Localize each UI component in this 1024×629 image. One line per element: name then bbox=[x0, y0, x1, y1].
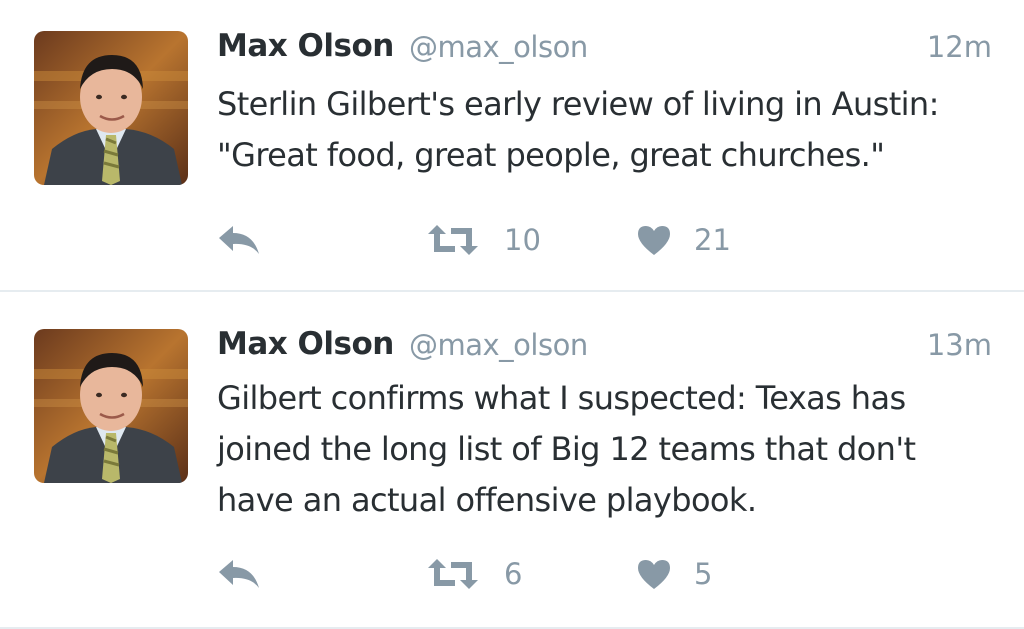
reply-icon bbox=[219, 560, 259, 588]
avatar[interactable] bbox=[34, 31, 188, 185]
tweet-text-line: Sterlin Gilbert's early review of living… bbox=[217, 85, 939, 123]
tweet-card[interactable]: Max Olson @max_olson 12m Sterlin Gilbert… bbox=[0, 0, 1024, 290]
author-handle[interactable]: @max_olson bbox=[409, 328, 588, 362]
avatar[interactable] bbox=[34, 329, 188, 483]
retweet-count: 6 bbox=[504, 557, 523, 591]
tweet-card[interactable]: Max Olson @max_olson 13m Gilbert confirm… bbox=[0, 292, 1024, 627]
tweet-text-line: "Great food, great people, great churche… bbox=[217, 136, 885, 174]
retweet-icon bbox=[428, 225, 478, 255]
tweet-feed: Max Olson @max_olson 12m Sterlin Gilbert… bbox=[0, 0, 1024, 629]
retweet-icon bbox=[428, 559, 478, 589]
tweet-text: Gilbert confirms what I suspected: Texas… bbox=[217, 373, 1007, 526]
author-name[interactable]: Max Olson bbox=[217, 28, 394, 64]
tweet-actions: 6 5 bbox=[217, 554, 777, 594]
reply-icon bbox=[219, 226, 259, 254]
author-handle[interactable]: @max_olson bbox=[409, 30, 588, 64]
like-count: 21 bbox=[694, 223, 731, 257]
heart-icon bbox=[638, 560, 670, 589]
author-name[interactable]: Max Olson bbox=[217, 326, 394, 362]
tweet-header: Max Olson @max_olson 12m bbox=[217, 28, 992, 68]
tweet-text-line: have an actual offensive playbook. bbox=[217, 481, 757, 519]
timestamp[interactable]: 12m bbox=[927, 30, 992, 64]
tweet-text-line: joined the long list of Big 12 teams tha… bbox=[217, 430, 916, 468]
tweet-actions: 10 21 bbox=[217, 220, 777, 260]
tweet-text: Sterlin Gilbert's early review of living… bbox=[217, 79, 1007, 181]
timestamp[interactable]: 13m bbox=[927, 328, 992, 362]
like-count: 5 bbox=[694, 557, 713, 591]
tweet-text-line: Gilbert confirms what I suspected: Texas… bbox=[217, 379, 906, 417]
tweet-header: Max Olson @max_olson 13m bbox=[217, 326, 992, 366]
reply-button[interactable] bbox=[217, 224, 261, 260]
retweet-count: 10 bbox=[504, 223, 541, 257]
heart-icon bbox=[638, 226, 670, 255]
reply-button[interactable] bbox=[217, 558, 261, 594]
